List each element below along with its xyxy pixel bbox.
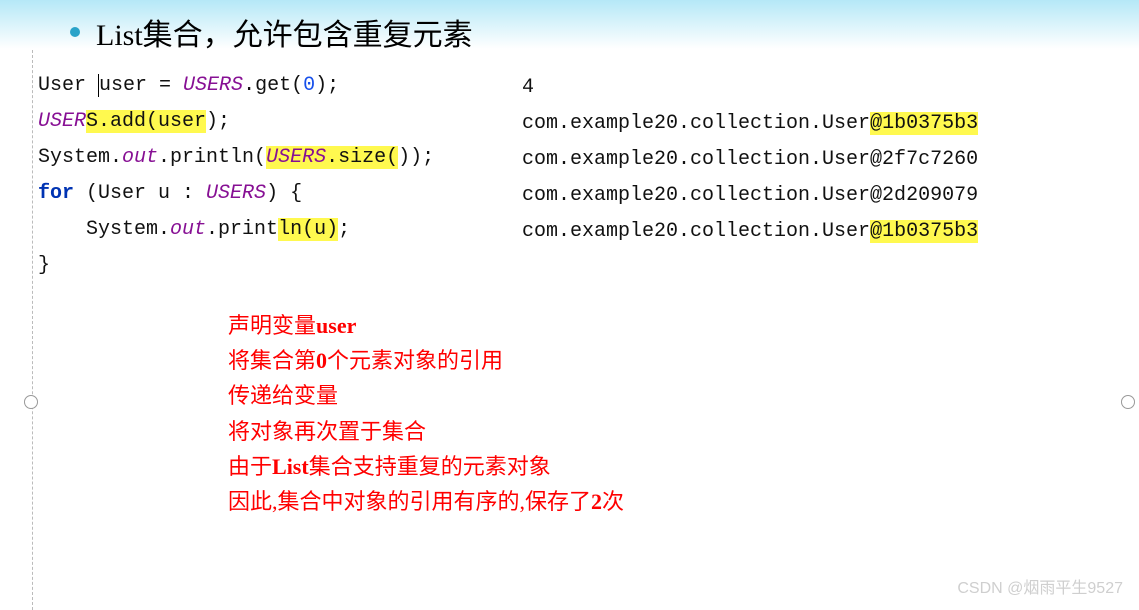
code-token: ser = xyxy=(111,74,183,97)
watermark: CSDN @烟雨平生9527 xyxy=(957,574,1123,598)
explain-line-5: 由于List集合支持重复的元素对象 xyxy=(228,449,624,484)
slide: List集合，允许包含重复元素 User user = USERS.get(0)… xyxy=(0,0,1139,610)
explain-line-3: 传递给变量 xyxy=(228,378,624,413)
explain-text: 集合支持重复的元素对象 xyxy=(309,454,551,479)
code-token-static: out xyxy=(170,218,206,241)
code-line-3: System.out.println(USERS.size()); xyxy=(38,140,492,176)
code-line-5: System.out.println(u); xyxy=(38,212,492,248)
explain-line-1: 声明变量user xyxy=(228,308,624,343)
explain-text-bold: 0 xyxy=(316,348,327,373)
output-text-highlight: @1b0375b3 xyxy=(870,112,978,135)
code-token-highlight: S.add(user xyxy=(86,110,206,133)
output-line-2: com.example20.collection.User@1b0375b3 xyxy=(522,106,978,142)
bullet-text: List集合，允许包含重复元素 xyxy=(96,10,473,54)
selection-handle-left[interactable] xyxy=(24,395,38,409)
code-line-2: USERS.add(user); xyxy=(38,104,492,140)
code-token-static: USERS xyxy=(206,182,266,205)
code-line-1: User user = USERS.get(0); xyxy=(38,68,492,104)
explain-text-bold: user xyxy=(316,313,356,338)
code-line-6: } xyxy=(38,248,492,284)
explain-text: 个元素对象的引用 xyxy=(327,348,503,373)
code-token-highlight: .size( xyxy=(326,146,398,169)
explain-text: 因此,集合中对象的引用有序的,保存了 xyxy=(228,489,591,514)
code-token-static: out xyxy=(122,146,158,169)
code-token: } xyxy=(38,254,50,277)
code-token: User xyxy=(38,74,98,97)
code-token: System. xyxy=(38,218,170,241)
code-token-static: USER xyxy=(38,110,86,133)
code-token: u xyxy=(99,74,111,97)
output-text: com.example20.collection.User xyxy=(522,112,870,135)
output-text-highlight: @1b0375b3 xyxy=(870,220,978,243)
explain-line-4: 将对象再次置于集合 xyxy=(228,414,624,449)
code-token: ); xyxy=(206,110,230,133)
code-token-static: USERS xyxy=(183,74,243,97)
bullet-item: List集合，允许包含重复元素 xyxy=(70,10,1139,54)
explain-text: 由于 xyxy=(228,454,272,479)
code-token: ) { xyxy=(266,182,302,205)
code-block: User user = USERS.get(0); USERS.add(user… xyxy=(32,68,492,284)
code-token: .println( xyxy=(158,146,266,169)
output-line-1: 4 xyxy=(522,70,978,106)
selection-handle-right[interactable] xyxy=(1121,395,1135,409)
explanation-block: 声明变量user 将集合第0个元素对象的引用 传递给变量 将对象再次置于集合 由… xyxy=(228,308,624,519)
explain-line-2: 将集合第0个元素对象的引用 xyxy=(228,343,624,378)
code-token: )); xyxy=(398,146,434,169)
code-token-keyword: for xyxy=(38,182,74,205)
explain-text-bold: 2 xyxy=(591,489,602,514)
output-line-3: com.example20.collection.User@2f7c7260 xyxy=(522,142,978,178)
code-token: .get( xyxy=(243,74,303,97)
output-line-5: com.example20.collection.User@1b0375b3 xyxy=(522,214,978,250)
explain-text: 将集合第 xyxy=(228,348,316,373)
code-token: (User u : xyxy=(74,182,206,205)
output-block: 4 com.example20.collection.User@1b0375b3… xyxy=(522,68,978,284)
code-token: ; xyxy=(338,218,350,241)
code-token: ); xyxy=(315,74,339,97)
code-token: System. xyxy=(38,146,122,169)
explain-line-6: 因此,集合中对象的引用有序的,保存了2次 xyxy=(228,484,624,519)
content-row: User user = USERS.get(0); USERS.add(user… xyxy=(32,68,1139,284)
explain-text-bold: List xyxy=(272,454,309,479)
code-line-4: for (User u : USERS) { xyxy=(38,176,492,212)
output-text: com.example20.collection.User xyxy=(522,220,870,243)
bullet-dot-icon xyxy=(70,27,80,37)
output-line-4: com.example20.collection.User@2d209079 xyxy=(522,178,978,214)
code-token: .print xyxy=(206,218,278,241)
code-token-number: 0 xyxy=(303,74,315,97)
explain-text: 次 xyxy=(602,489,624,514)
code-token-highlight: ln(u) xyxy=(278,218,338,241)
explain-text: 声明变量 xyxy=(228,313,316,338)
code-token-static-highlight: USERS xyxy=(266,146,326,169)
text-frame-border xyxy=(32,50,33,610)
